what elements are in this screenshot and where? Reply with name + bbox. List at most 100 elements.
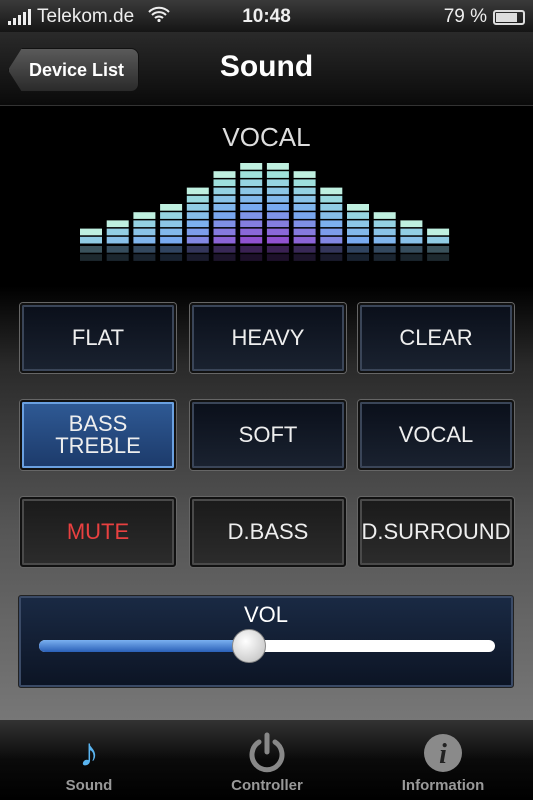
eq-segment [213,228,236,236]
eq-segment [133,228,156,236]
eq-reflection [347,254,369,261]
tab-sound[interactable]: ♪ Sound [4,724,174,798]
eq-segment [240,212,263,219]
preset-d-surround-button[interactable]: D.SURROUND [358,497,514,567]
eq-segment [106,236,129,244]
preset-mute-button[interactable]: MUTE [20,497,176,567]
preset-clear-button[interactable]: CLEAR [358,303,514,373]
status-bar: Telekom.de 10:48 79 % [0,0,533,32]
eq-segment [160,212,183,219]
eq-segment [347,220,369,228]
eq-segment [266,212,289,219]
eq-segment [293,179,316,187]
eq-bar [373,212,396,261]
eq-segment [266,163,289,170]
eq-segment [320,204,343,211]
eq-segment [213,236,236,244]
battery-percent: 79 % [443,6,487,27]
tab-label: Controller [231,777,303,794]
eq-segment [320,236,343,244]
volume-slider[interactable] [39,640,495,652]
eq-segment [186,236,209,244]
eq-reflection [160,246,183,253]
eq-reflection [347,246,369,253]
tab-label: Information [401,777,485,794]
eq-segment [240,220,263,228]
eq-segment [186,187,209,195]
eq-segment [347,228,369,236]
eq-bar [400,220,423,261]
eq-reflection [160,254,183,261]
eq-segment [373,236,396,244]
eq-reflection [106,254,129,261]
eq-segment [266,195,289,203]
info-icon: i [422,729,464,777]
eq-segment [80,236,102,244]
eq-segment [427,228,450,236]
eq-segment [213,187,236,195]
volume-fill [39,640,249,652]
eq-reflection [240,254,263,261]
eq-segment [293,187,316,195]
eq-segment [240,187,263,195]
eq-segment [133,236,156,244]
eq-segment [186,195,209,203]
eq-segment [293,212,316,219]
eq-segment [213,220,236,228]
eq-segment [266,179,289,187]
eq-segment [400,236,423,244]
button-label: HEAVY [231,325,305,350]
eq-segment [266,204,289,211]
eq-bar [320,187,343,261]
eq-segment [293,228,316,236]
volume-slider-thumb[interactable] [231,629,266,663]
eq-segment [293,236,316,244]
eq-segment [266,187,289,195]
preset-vocal-button[interactable]: VOCAL [358,400,514,470]
eq-segment [186,228,209,236]
eq-segment [133,212,156,219]
preset-d-bass-button[interactable]: D.BASS [190,497,346,567]
eq-reflection [266,246,289,253]
eq-segment [347,212,369,219]
eq-reflection [133,246,156,253]
tab-bar: ♪ Sound Controller i Information [0,720,533,800]
button-label: SOFT [238,422,298,447]
eq-reflection [293,246,316,253]
eq-segment [213,204,236,211]
eq-segment [347,204,369,211]
tab-controller[interactable]: Controller [182,724,352,798]
button-label: FLAT [71,325,125,350]
eq-segment [373,228,396,236]
eq-segment [320,187,343,195]
eq-segment [213,171,236,178]
button-label: D.BASS [227,519,309,544]
eq-segment [186,212,209,219]
eq-segment [160,204,183,211]
eq-bar [347,204,369,261]
eq-reflection [320,254,343,261]
eq-segment [373,212,396,219]
eq-segment [427,236,450,244]
button-label: VOCAL [398,422,474,447]
volume-label: VOL [243,602,289,627]
tab-information[interactable]: i Information [358,724,528,798]
eq-segment [293,220,316,228]
preset-heavy-button[interactable]: HEAVY [190,303,346,373]
eq-segment [266,228,289,236]
preset-soft-button[interactable]: SOFT [190,400,346,470]
eq-bar [80,228,102,261]
eq-segment [320,220,343,228]
eq-segment [293,204,316,211]
eq-reflection [106,246,129,253]
eq-reflection [266,254,289,261]
eq-bar [213,171,236,261]
eq-bar [186,187,209,261]
eq-reflection [320,246,343,253]
preset-flat-button[interactable]: FLAT [20,303,176,373]
eq-reflection [213,246,236,253]
eq-reflection [427,254,450,261]
eq-segment [213,179,236,187]
preset-bass-treble-button[interactable]: BASS TREBLE [20,400,176,470]
eq-segment [320,212,343,219]
